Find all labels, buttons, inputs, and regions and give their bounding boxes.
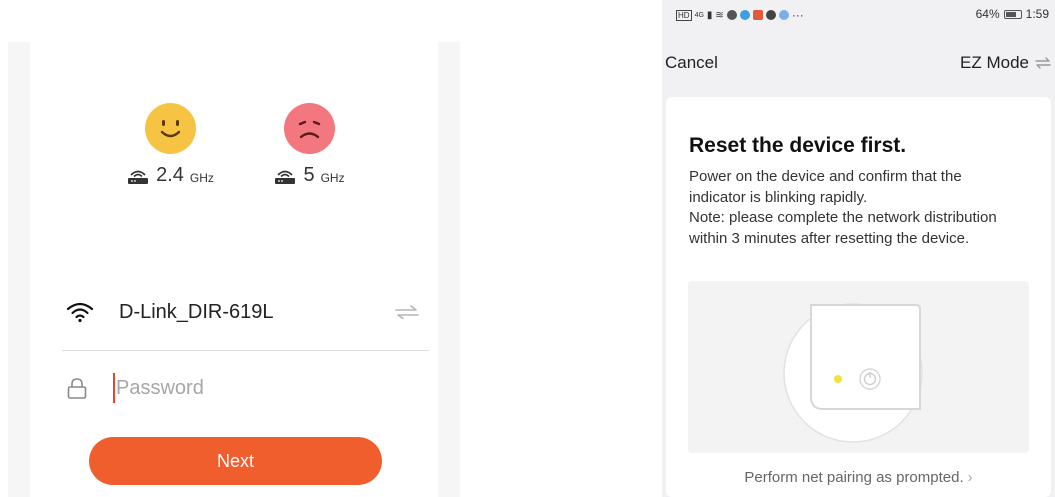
note-text: Note: please complete the network distri… bbox=[689, 209, 997, 247]
band-unit: GHz bbox=[320, 171, 345, 185]
chevron-right-icon: › bbox=[967, 469, 973, 486]
battery-percent: 64% bbox=[975, 7, 1000, 21]
band-2-4ghz-supported: 2.4 GHz bbox=[120, 103, 220, 185]
carrier-badge: HD bbox=[676, 9, 692, 21]
signal-icon: ▮ bbox=[706, 9, 713, 21]
swap-arrows-icon[interactable] bbox=[394, 305, 420, 319]
pairing-hint-link[interactable]: Perform net pairing as prompted. › bbox=[666, 469, 1051, 486]
band-unit: GHz bbox=[189, 171, 214, 185]
wifi-setup-screen: 2.4 GHz 5 GHz D-Link_DIR-619L Next bbox=[8, 42, 460, 497]
router-icon bbox=[275, 170, 296, 184]
swap-arrows-icon bbox=[1035, 57, 1051, 69]
ez-mode-label: EZ Mode bbox=[960, 53, 1029, 72]
wifi-status-icon: ≋ bbox=[715, 9, 724, 21]
status-bar: HD 4G ▮ ≋ ··· 64% 1:59 bbox=[662, 0, 1055, 28]
wifi-setup-card: 2.4 GHz 5 GHz D-Link_DIR-619L Next bbox=[30, 42, 438, 497]
indicator-light bbox=[834, 375, 842, 383]
lock-icon bbox=[67, 378, 87, 399]
happy-face-icon bbox=[144, 103, 196, 154]
wifi-icon bbox=[66, 302, 94, 323]
reset-description: Power on the device and confirm that the… bbox=[689, 167, 1009, 249]
app-notification-icon bbox=[752, 10, 763, 20]
password-input[interactable] bbox=[113, 373, 420, 403]
app-notification-icon bbox=[739, 10, 750, 20]
field-divider bbox=[62, 350, 429, 351]
status-right: 64% 1:59 bbox=[976, 7, 1049, 21]
hint-label: Perform net pairing as prompted. bbox=[744, 469, 964, 486]
band-5ghz-unsupported: 5 GHz bbox=[259, 103, 359, 185]
instruction-text: Power on the device and confirm that the… bbox=[689, 168, 962, 206]
nav-bar: Cancel EZ Mode bbox=[662, 50, 1055, 78]
reset-instructions-card: Reset the device first. Power on the dev… bbox=[666, 97, 1051, 497]
router-icon bbox=[128, 170, 149, 184]
battery-icon bbox=[1003, 9, 1022, 19]
ez-mode-button[interactable]: EZ Mode bbox=[960, 53, 1051, 73]
network-row: D-Link_DIR-619L bbox=[66, 296, 420, 328]
app-notification-icon bbox=[778, 10, 789, 20]
app-notification-icon bbox=[765, 10, 776, 20]
status-time: 1:59 bbox=[1025, 7, 1049, 21]
band-frequency: 5 bbox=[303, 164, 315, 186]
reset-device-screen: HD 4G ▮ ≋ ··· 64% 1:59 Cancel EZ Mode Re… bbox=[662, 0, 1055, 497]
next-button[interactable]: Next bbox=[89, 437, 382, 485]
device-illustration bbox=[688, 281, 1029, 453]
status-icons: HD 4G ▮ ≋ ··· bbox=[676, 8, 804, 22]
page-title: Reset the device first. bbox=[689, 134, 907, 157]
network-ssid: D-Link_DIR-619L bbox=[119, 300, 274, 323]
cancel-button[interactable]: Cancel bbox=[665, 53, 718, 73]
sad-face-icon bbox=[283, 103, 335, 154]
network-type: 4G bbox=[694, 11, 704, 19]
band-frequency: 2.4 bbox=[156, 164, 184, 186]
app-notification-icon bbox=[726, 10, 737, 20]
more-notifications-icon: ··· bbox=[791, 8, 804, 22]
password-row bbox=[66, 372, 420, 404]
